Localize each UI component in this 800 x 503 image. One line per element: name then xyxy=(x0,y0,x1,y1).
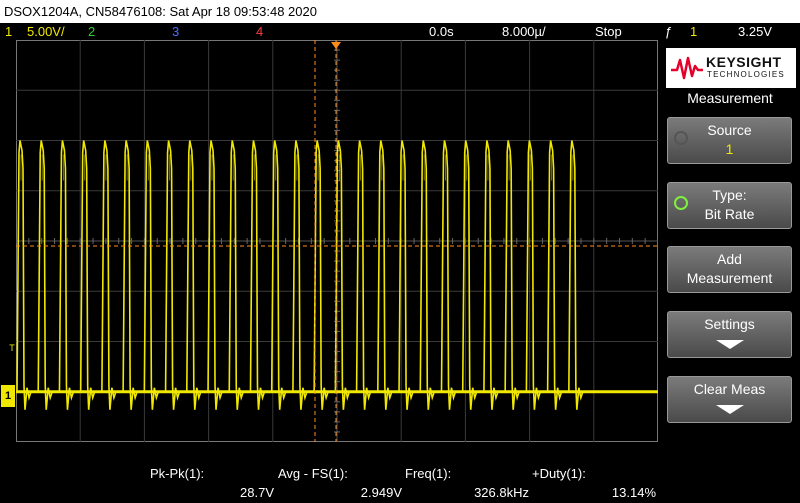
measurement-label: Avg - FS(1): xyxy=(278,466,348,481)
type-label: Type: xyxy=(712,187,747,203)
trigger-edge-icon[interactable]: ƒ xyxy=(665,23,672,40)
ch1-pulse xyxy=(313,140,329,410)
type-softkey[interactable]: Type: Bit Rate xyxy=(667,182,792,229)
down-arrow-icon xyxy=(715,340,744,349)
settings-label: Settings xyxy=(704,316,755,332)
measurement-duty[interactable]: +Duty(1): 13.14% xyxy=(532,465,656,501)
ch3-number[interactable]: 3 xyxy=(172,23,179,40)
source-softkey[interactable]: Source 1 xyxy=(667,117,792,164)
measurement-freq[interactable]: Freq(1): 326.8kHz xyxy=(405,465,529,501)
ch1-pulse xyxy=(504,140,520,410)
softkey-panel: KEYSIGHT TECHNOLOGIES Measurement Source… xyxy=(660,40,800,503)
ch1-pulse xyxy=(483,140,499,410)
measurement-avg[interactable]: Avg - FS(1): 2.949V xyxy=(278,465,402,501)
ch1-pulse xyxy=(546,140,563,410)
ch1-pulse xyxy=(292,140,308,410)
ch1-pulse xyxy=(58,140,75,410)
source-value: 1 xyxy=(725,141,734,157)
ch1-number[interactable]: 1 xyxy=(5,23,12,40)
ch1-pulse xyxy=(377,140,393,410)
waveform-graticule xyxy=(15,39,659,443)
ch1-ground-marker[interactable]: 1 xyxy=(1,385,15,407)
add-line1: Add xyxy=(717,251,742,267)
time-delay[interactable]: 0.0s xyxy=(429,23,454,40)
waveform-display[interactable] xyxy=(15,39,659,443)
measurement-pkpk[interactable]: Pk-Pk(1): 28.7V xyxy=(150,465,274,501)
ch1-pulse xyxy=(355,140,372,410)
ch1-pulse xyxy=(249,140,266,410)
trigger-level[interactable]: 3.25V xyxy=(738,23,772,40)
ch1-pulse xyxy=(185,140,202,410)
measurement-value: 28.7V xyxy=(240,485,274,500)
window-title: DSOX1204A, CN58476108: Sat Apr 18 09:53:… xyxy=(0,0,800,23)
ch1-scale[interactable]: 5.00V/ xyxy=(27,23,65,40)
ch1-pulse xyxy=(16,140,32,410)
ch2-number[interactable]: 2 xyxy=(88,23,95,40)
ch1-pulse xyxy=(568,140,584,410)
down-arrow-icon xyxy=(715,405,744,414)
brand-tagline: TECHNOLOGIES xyxy=(707,70,785,79)
trigger-channel[interactable]: 1 xyxy=(690,23,697,40)
clear-label: Clear Meas xyxy=(693,381,766,397)
ch1-ground-marker-text: 1 xyxy=(4,390,12,402)
ch1-pulse xyxy=(164,140,181,410)
measurement-label: +Duty(1): xyxy=(532,466,586,481)
ch1-pulse xyxy=(143,140,160,410)
clear-meas-softkey[interactable]: Clear Meas xyxy=(667,376,792,423)
ch1-pulse xyxy=(419,140,436,410)
status-bar: 1 5.00V/ 2 3 4 0.0s 8.000µ/ Stop ƒ 1 3.2… xyxy=(0,23,800,40)
settings-softkey[interactable]: Settings xyxy=(667,311,792,358)
keysight-wave-icon xyxy=(671,56,703,80)
brand-name: KEYSIGHT xyxy=(706,54,782,70)
trigger-position-marker xyxy=(331,42,341,49)
time-base[interactable]: 8.000µ/ xyxy=(502,23,546,40)
ch1-pulse xyxy=(122,140,138,410)
ch1-pulse xyxy=(461,140,478,410)
add-line2: Measurement xyxy=(686,270,773,286)
measurement-label: Pk-Pk(1): xyxy=(150,466,205,481)
menu-title: Measurement xyxy=(687,90,773,106)
add-measurement-softkey[interactable]: Add Measurement xyxy=(667,246,792,293)
ch1-pulse xyxy=(440,140,457,410)
ch1-pulse xyxy=(207,140,223,410)
source-label: Source xyxy=(707,122,752,138)
measurement-label: Freq(1): xyxy=(405,466,452,481)
keysight-logo: KEYSIGHT TECHNOLOGIES xyxy=(666,48,796,88)
measurement-value: 2.949V xyxy=(360,485,402,500)
type-value: Bit Rate xyxy=(704,206,755,222)
measurement-value: 326.8kHz xyxy=(474,485,529,500)
measurement-value: 13.14% xyxy=(611,485,656,500)
run-state[interactable]: Stop xyxy=(595,23,622,40)
ch1-pulse xyxy=(270,140,287,410)
trigger-marker-text: T xyxy=(9,343,15,353)
ch1-pulse xyxy=(37,140,53,410)
ch1-pulse xyxy=(79,140,96,410)
measurement-bar: Pk-Pk(1): 28.7V Avg - FS(1): 2.949V Freq… xyxy=(0,463,660,503)
ch1-pulse xyxy=(101,140,117,410)
ch1-pulse xyxy=(228,140,245,410)
ch4-number[interactable]: 4 xyxy=(256,23,263,40)
ch1-pulse xyxy=(525,140,542,410)
